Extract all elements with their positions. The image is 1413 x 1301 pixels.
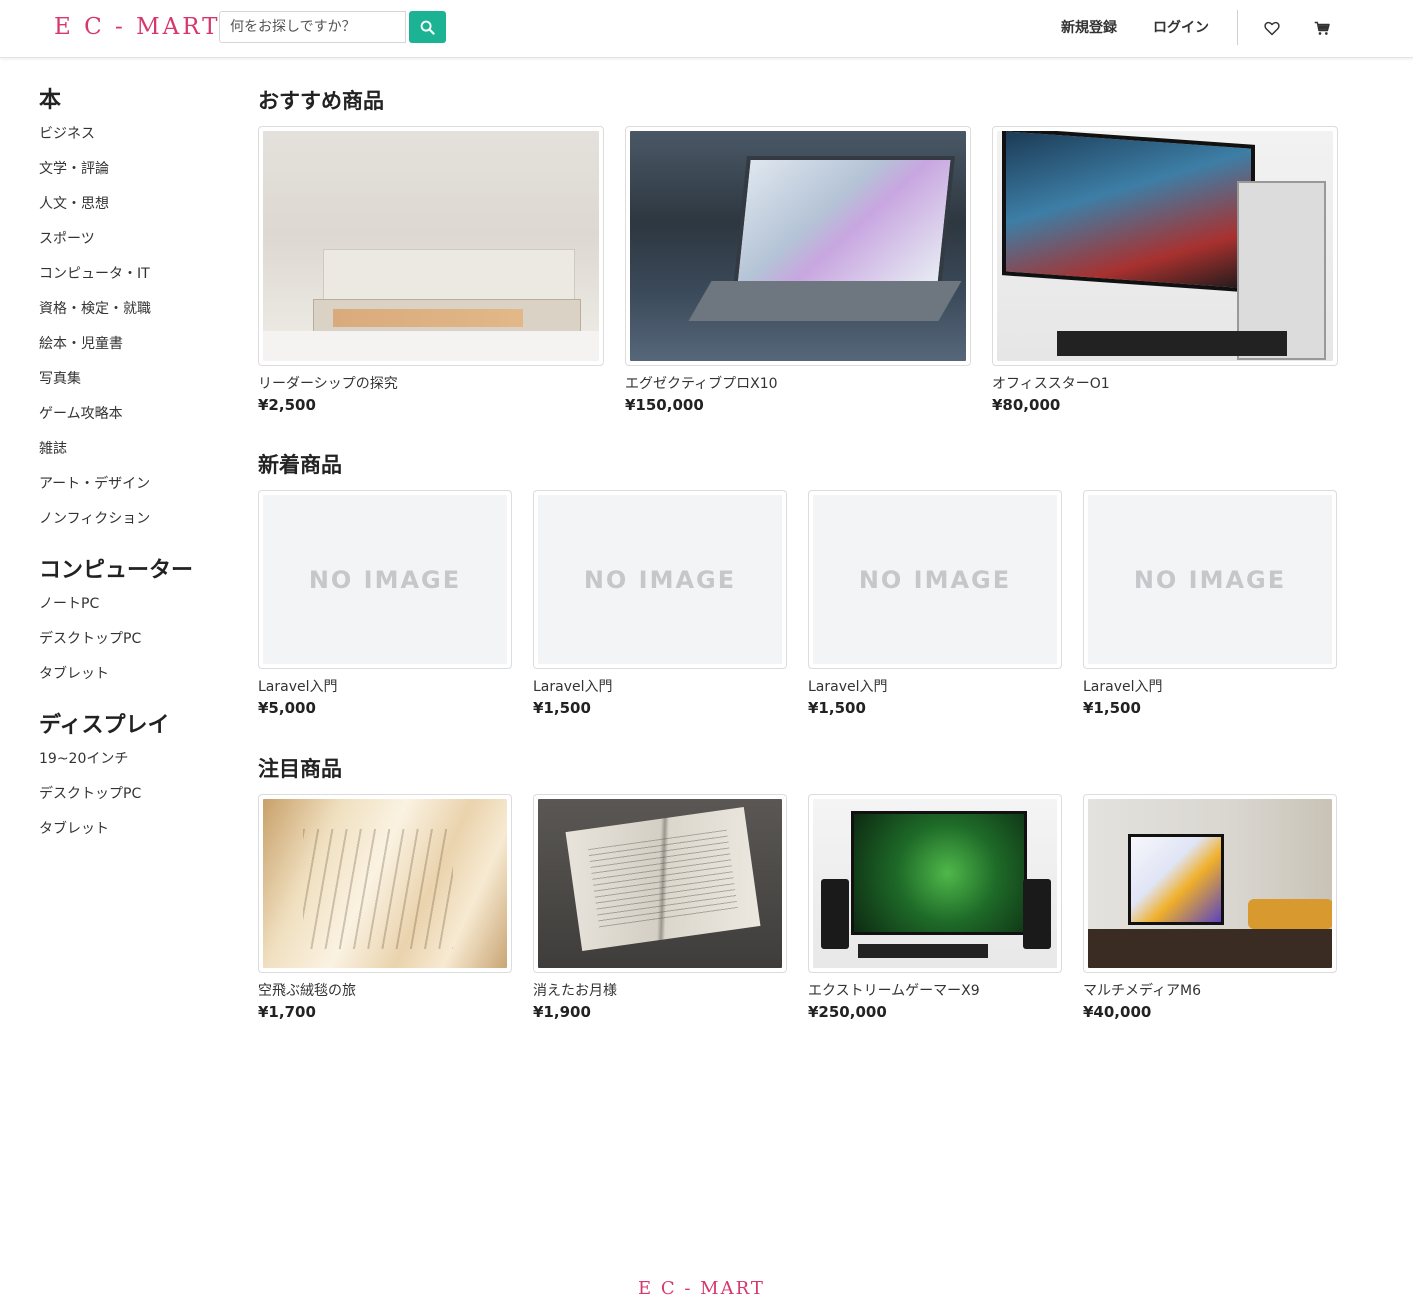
- section-title: 新着商品: [258, 453, 342, 477]
- monitor-pc-photo: [997, 131, 1333, 361]
- laptop-photo: [630, 131, 966, 361]
- category-heading[interactable]: コンピューター: [39, 556, 229, 586]
- product-name: エグゼクティブプロX10: [625, 376, 778, 392]
- category-item[interactable]: 資格・検定・就職: [39, 297, 229, 332]
- product-image-frame: [258, 794, 512, 973]
- search-button[interactable]: [409, 11, 446, 43]
- books-stack-photo: [263, 131, 599, 361]
- product-card[interactable]: リーダーシップの探究 ¥2,500: [258, 126, 604, 416]
- category-group-computers: コンピューター ノートPC デスクトップPC タブレット: [39, 556, 229, 697]
- product-card[interactable]: 空飛ぶ絨毯の旅 ¥1,700: [258, 794, 512, 1023]
- product-price: ¥1,500: [533, 699, 591, 717]
- category-item[interactable]: ゲーム攻略本: [39, 402, 229, 437]
- book-pages-photo: [263, 799, 507, 968]
- no-image-placeholder: NO IMAGE: [1088, 495, 1332, 664]
- product-image-frame: [625, 126, 971, 366]
- product-name: マルチメディアM6: [1083, 983, 1202, 999]
- category-heading[interactable]: 本: [39, 86, 229, 116]
- search-icon: [420, 20, 435, 35]
- category-item[interactable]: タブレット: [39, 662, 229, 697]
- section-title: おすすめ商品: [258, 89, 384, 113]
- product-name: 空飛ぶ絨毯の旅: [258, 983, 356, 999]
- product-name: Laravel入門: [808, 679, 888, 695]
- new-arrivals-section: 新着商品 NO IMAGE Laravel入門 ¥5,000 NO IMAGE …: [258, 450, 1337, 719]
- product-price: ¥250,000: [808, 1003, 887, 1021]
- product-price: ¥1,500: [1083, 699, 1141, 717]
- category-sidebar: 本 ビジネス 文学・評論 人文・思想 スポーツ コンピュータ・IT 資格・検定・…: [39, 86, 229, 866]
- product-price: ¥150,000: [625, 396, 704, 414]
- product-image-frame: [258, 126, 604, 366]
- product-price: ¥2,500: [258, 396, 316, 414]
- category-group-displays: ディスプレイ 19~20インチ デスクトップPC タブレット: [39, 711, 229, 852]
- no-image-placeholder: NO IMAGE: [813, 495, 1057, 664]
- category-item[interactable]: デスクトップPC: [39, 782, 229, 817]
- category-item[interactable]: スポーツ: [39, 227, 229, 262]
- product-price: ¥40,000: [1083, 1003, 1152, 1021]
- product-card[interactable]: NO IMAGE Laravel入門 ¥1,500: [533, 490, 787, 719]
- product-card[interactable]: エクストリームゲーマーX9 ¥250,000: [808, 794, 1062, 1023]
- category-item[interactable]: ビジネス: [39, 122, 229, 157]
- product-card[interactable]: エグゼクティブプロX10 ¥150,000: [625, 126, 971, 416]
- desk-monitor-photo: [1088, 799, 1332, 968]
- category-group-books: 本 ビジネス 文学・評論 人文・思想 スポーツ コンピュータ・IT 資格・検定・…: [39, 86, 229, 542]
- product-image-frame: NO IMAGE: [258, 490, 512, 669]
- category-item[interactable]: 19~20インチ: [39, 747, 229, 782]
- nav-divider: [1237, 10, 1238, 45]
- product-name: Laravel入門: [533, 679, 613, 695]
- product-price: ¥80,000: [992, 396, 1061, 414]
- product-card[interactable]: NO IMAGE Laravel入門 ¥1,500: [808, 490, 1062, 719]
- product-name: Laravel入門: [258, 679, 338, 695]
- favorites-heart-icon[interactable]: [1260, 16, 1284, 40]
- product-image-frame: NO IMAGE: [808, 490, 1062, 669]
- category-item[interactable]: アート・デザイン: [39, 472, 229, 507]
- product-name: オフィススターO1: [992, 376, 1110, 392]
- recommended-section: おすすめ商品 リーダーシップの探究 ¥2,500 エグゼクティブプロX10 ¥1…: [258, 86, 1338, 416]
- product-card[interactable]: NO IMAGE Laravel入門 ¥1,500: [1083, 490, 1337, 719]
- product-price: ¥5,000: [258, 699, 316, 717]
- category-item[interactable]: 写真集: [39, 367, 229, 402]
- no-image-placeholder: NO IMAGE: [263, 495, 507, 664]
- product-image-frame: [992, 126, 1338, 366]
- product-name: エクストリームゲーマーX9: [808, 983, 980, 999]
- product-card[interactable]: NO IMAGE Laravel入門 ¥5,000: [258, 490, 512, 719]
- category-item[interactable]: タブレット: [39, 817, 229, 852]
- cart-icon[interactable]: [1310, 16, 1334, 40]
- product-image-frame: NO IMAGE: [533, 490, 787, 669]
- featured-section: 注目商品 空飛ぶ絨毯の旅 ¥1,700 消えたお月様 ¥1,900 エクストリー…: [258, 754, 1337, 1023]
- site-logo[interactable]: E C - MART: [54, 14, 221, 40]
- category-item[interactable]: 雑誌: [39, 437, 229, 472]
- category-item[interactable]: コンピュータ・IT: [39, 262, 229, 297]
- category-item[interactable]: ノートPC: [39, 592, 229, 627]
- product-image-frame: [1083, 794, 1337, 973]
- section-title: 注目商品: [258, 757, 342, 781]
- search-input[interactable]: [219, 11, 406, 43]
- category-item[interactable]: ノンフィクション: [39, 507, 229, 542]
- product-image-frame: [808, 794, 1062, 973]
- site-header: E C - MART 新規登録 ログイン: [0, 0, 1413, 58]
- open-book-photo: [538, 799, 782, 968]
- register-link[interactable]: 新規登録: [1061, 17, 1117, 37]
- product-price: ¥1,900: [533, 1003, 591, 1021]
- gaming-monitor-photo: [813, 799, 1057, 968]
- product-name: 消えたお月様: [533, 983, 617, 999]
- category-item[interactable]: 人文・思想: [39, 192, 229, 227]
- product-name: リーダーシップの探究: [258, 376, 398, 392]
- product-name: Laravel入門: [1083, 679, 1163, 695]
- no-image-placeholder: NO IMAGE: [538, 495, 782, 664]
- category-item[interactable]: 文学・評論: [39, 157, 229, 192]
- product-price: ¥1,500: [808, 699, 866, 717]
- login-link[interactable]: ログイン: [1153, 17, 1209, 37]
- product-price: ¥1,700: [258, 1003, 316, 1021]
- product-card[interactable]: マルチメディアM6 ¥40,000: [1083, 794, 1337, 1023]
- product-image-frame: [533, 794, 787, 973]
- product-image-frame: NO IMAGE: [1083, 490, 1337, 669]
- product-card[interactable]: 消えたお月様 ¥1,900: [533, 794, 787, 1023]
- category-heading[interactable]: ディスプレイ: [39, 711, 229, 741]
- footer-logo[interactable]: E C - MART: [638, 1278, 765, 1299]
- category-item[interactable]: 絵本・児童書: [39, 332, 229, 367]
- product-card[interactable]: オフィススターO1 ¥80,000: [992, 126, 1338, 416]
- category-item[interactable]: デスクトップPC: [39, 627, 229, 662]
